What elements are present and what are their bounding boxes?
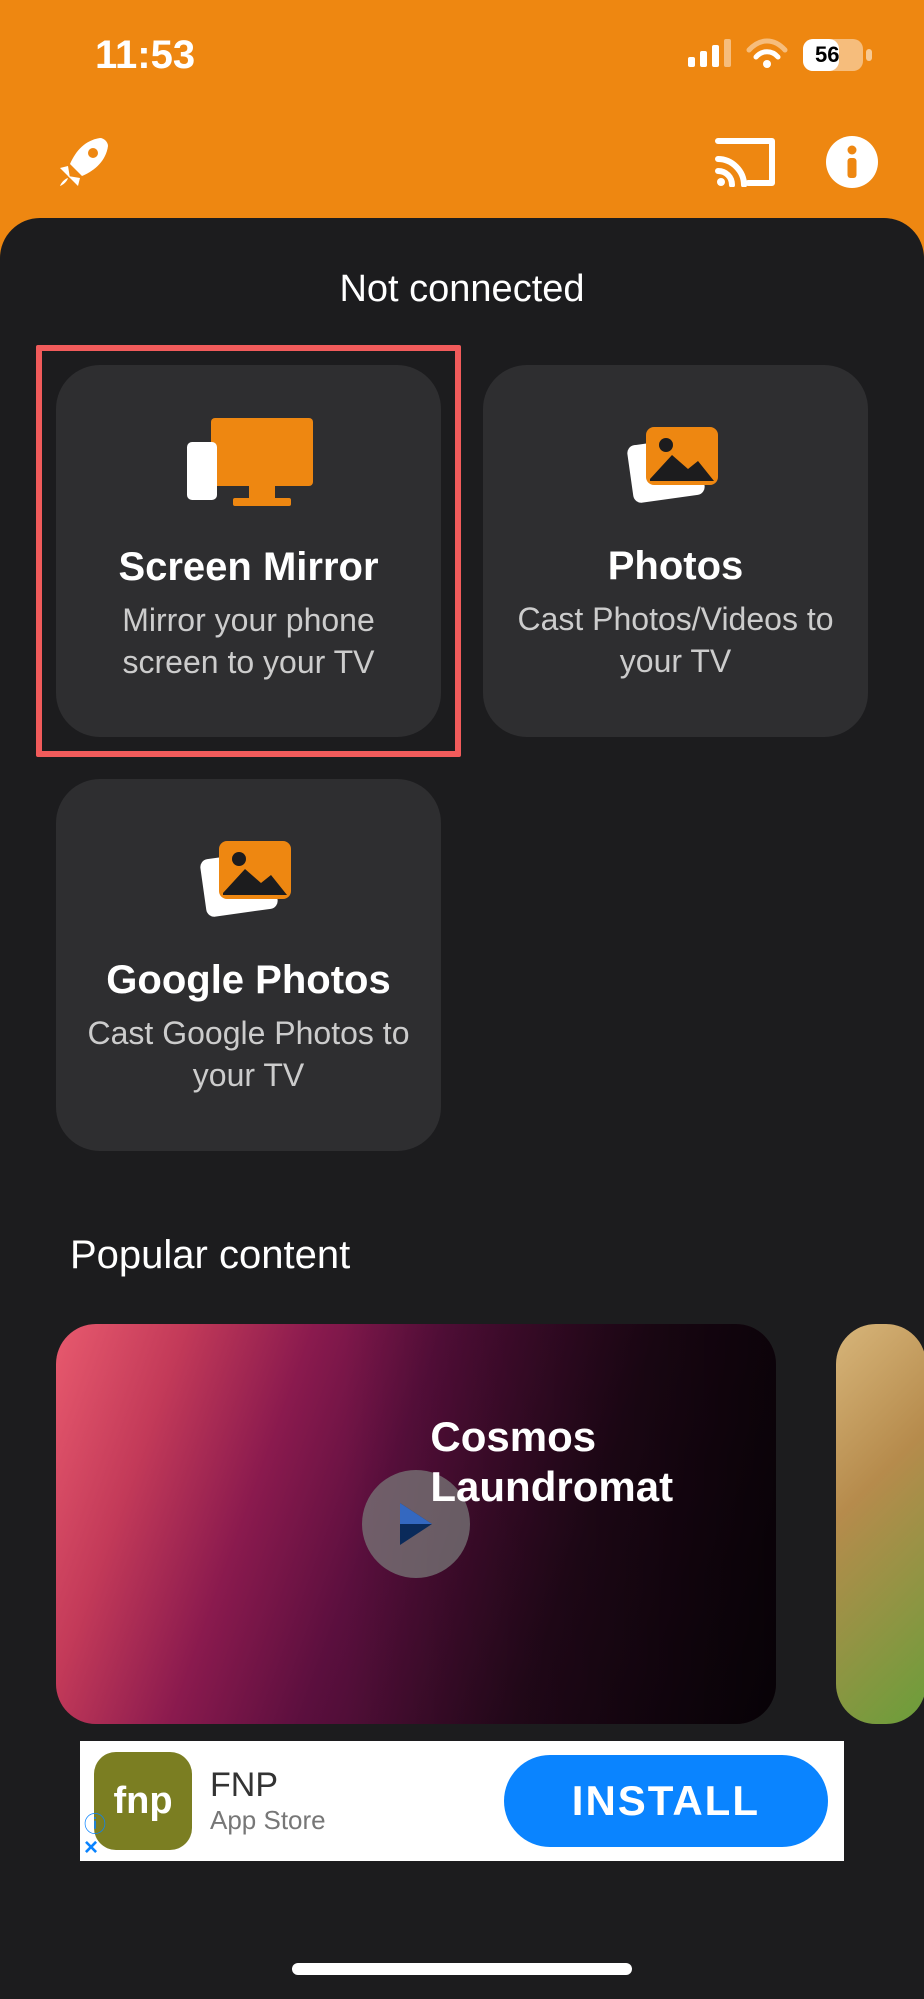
home-indicator[interactable] [292, 1963, 632, 1975]
connection-status: Not connected [0, 268, 924, 311]
tiles-grid: Screen Mirror Mirror your phone screen t… [0, 311, 924, 1151]
popular-carousel[interactable]: CosmosLaundromat [0, 1278, 924, 1724]
video-title: CosmosLaundromat [430, 1412, 673, 1513]
ad-banner[interactable]: fnp ⓘ × FNP App Store INSTALL [80, 1741, 844, 1861]
ad-title: FNP [210, 1766, 326, 1805]
tile-subtitle: Mirror your phone screen to your TV [76, 600, 421, 683]
tile-subtitle: Cast Photos/Videos to your TV [503, 599, 848, 682]
ad-text: FNP App Store [210, 1766, 326, 1836]
battery-icon: 56 [802, 38, 874, 72]
video-card-cosmos[interactable]: CosmosLaundromat [56, 1324, 776, 1724]
ad-info-icon[interactable]: ⓘ [84, 1814, 106, 1836]
cast-icon[interactable] [714, 137, 776, 192]
tile-photos[interactable]: Photos Cast Photos/Videos to your TV [483, 365, 868, 737]
ad-brand-short: fnp [113, 1780, 172, 1823]
tile-title: Photos [608, 544, 744, 589]
wifi-icon [746, 38, 788, 73]
tile-title: Screen Mirror [118, 545, 378, 590]
cellular-icon [688, 39, 732, 72]
photos-icon [626, 419, 726, 514]
tile-wrap: Google Photos Cast Google Photos to your… [56, 779, 441, 1151]
tile-wrap: Photos Cast Photos/Videos to your TV [483, 365, 868, 737]
section-title-popular: Popular content [0, 1151, 924, 1278]
ad-app-icon: fnp ⓘ × [94, 1752, 192, 1850]
battery-level-text: 56 [815, 42, 839, 68]
rocket-icon[interactable] [56, 134, 112, 195]
status-time: 11:53 [95, 33, 195, 78]
google-photos-icon [199, 833, 299, 928]
status-indicators: 56 [688, 38, 874, 73]
tile-screen-mirror[interactable]: Screen Mirror Mirror your phone screen t… [56, 365, 441, 737]
ad-badges: ⓘ × [84, 1814, 106, 1860]
status-bar: 11:53 56 [0, 0, 924, 110]
info-icon[interactable] [826, 136, 878, 193]
tile-google-photos[interactable]: Google Photos Cast Google Photos to your… [56, 779, 441, 1151]
tile-subtitle: Cast Google Photos to your TV [76, 1013, 421, 1096]
ad-close-icon[interactable]: × [84, 1836, 106, 1860]
screen-mirror-icon [179, 418, 319, 515]
ad-source: App Store [210, 1805, 326, 1836]
tile-title: Google Photos [106, 958, 390, 1003]
main-surface: Not connected Screen Mirror Mirror your … [0, 218, 924, 1999]
video-card-next[interactable] [836, 1324, 924, 1724]
app-bar [0, 110, 924, 218]
tile-screen-mirror-highlight: Screen Mirror Mirror your phone screen t… [36, 345, 461, 757]
ad-install-button[interactable]: INSTALL [504, 1755, 828, 1847]
